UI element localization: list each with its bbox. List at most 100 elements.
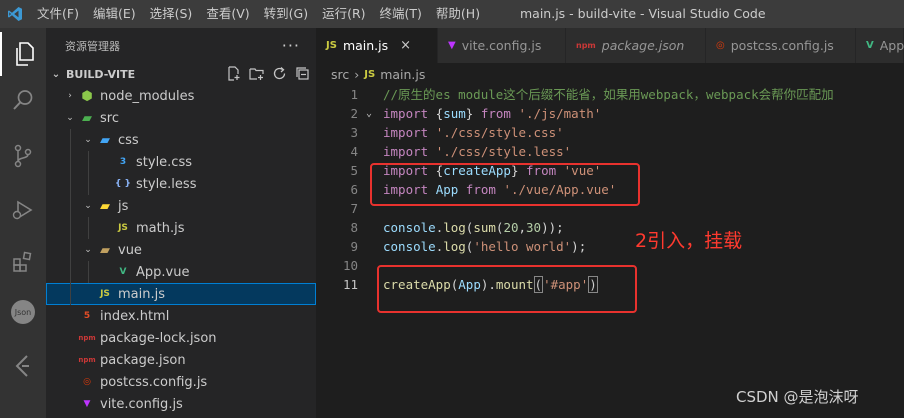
- new-folder-icon[interactable]: [248, 65, 264, 81]
- code-token: console: [383, 239, 436, 254]
- code-line: 9 console.log('hello world');: [316, 237, 904, 256]
- source-control-icon[interactable]: [0, 134, 46, 178]
- editor-tab[interactable]: JS main.js ×: [316, 28, 438, 63]
- editor-tab[interactable]: ▼ vite.config.js: [438, 28, 566, 63]
- editor-tab[interactable]: ◎ postcss.config.js: [706, 28, 856, 63]
- code-token: from: [480, 106, 511, 121]
- code-text: import {sum} from './js/math': [383, 104, 601, 123]
- tree-item[interactable]: 5 index.html: [46, 305, 316, 327]
- code-token: import: [383, 144, 429, 159]
- tree-item[interactable]: V App.vue: [46, 261, 316, 283]
- remote-icon[interactable]: [0, 344, 46, 388]
- code-token: 20: [503, 220, 519, 235]
- run-debug-icon[interactable]: [0, 188, 46, 232]
- new-file-icon[interactable]: [225, 65, 241, 81]
- indent-guide: [70, 129, 71, 151]
- tree-item[interactable]: npm package.json: [46, 349, 316, 371]
- more-actions-icon[interactable]: ···: [282, 36, 300, 55]
- tree-item[interactable]: › ⬢ node_modules: [46, 85, 316, 107]
- editor-tab[interactable]: V App: [856, 28, 904, 63]
- breadcrumb-file[interactable]: main.js: [380, 67, 425, 82]
- indent-guide: [88, 151, 89, 173]
- code-token: import: [383, 106, 429, 121]
- fold-chevron-icon[interactable]: ⌄: [366, 104, 372, 123]
- breadcrumb-folder[interactable]: src: [331, 67, 349, 82]
- menu-item[interactable]: 查看(V): [199, 0, 256, 28]
- tree-item-label: main.js: [118, 286, 165, 302]
- code-line: 1 //原生的es module这个后缀不能省，如果用webpack，webpac…: [316, 85, 904, 104]
- extensions-icon[interactable]: [0, 240, 46, 284]
- indent-guide: [88, 217, 89, 239]
- menu-item[interactable]: 编辑(E): [86, 0, 143, 28]
- tree-item[interactable]: ⌄ ▰ js: [46, 195, 316, 217]
- line-number: 3: [350, 125, 358, 140]
- code-text: import './css/style.less': [383, 142, 571, 161]
- indent-guide: [70, 217, 71, 239]
- vue-file-icon: V: [119, 267, 127, 277]
- code-token: ));: [541, 220, 564, 235]
- tree-item[interactable]: ⌄ ▰ css: [46, 129, 316, 151]
- menu-item[interactable]: 帮助(H): [429, 0, 487, 28]
- search-icon[interactable]: [0, 78, 46, 122]
- css-folder-icon: ▰: [100, 132, 110, 148]
- chevron-down-icon: ⌄: [51, 68, 61, 80]
- tree-item-label: style.less: [136, 176, 197, 192]
- src-folder-icon: ▰: [82, 110, 92, 126]
- close-icon[interactable]: ×: [400, 38, 411, 53]
- indent-guide: [70, 195, 71, 217]
- annotation-text: 2引入，挂载: [635, 230, 743, 252]
- js-file-icon: JS: [364, 68, 376, 80]
- tree-item[interactable]: ⌄ ▰ src: [46, 107, 316, 129]
- tree-item[interactable]: ▼ vite.config.js: [46, 393, 316, 415]
- vue-folder-icon: ▰: [100, 242, 110, 258]
- menu-item[interactable]: 选择(S): [143, 0, 200, 28]
- tree-item[interactable]: 3 style.css: [46, 151, 316, 173]
- menu-item[interactable]: 终端(T): [373, 0, 429, 28]
- json-icon[interactable]: Json: [0, 290, 46, 334]
- js-file-icon: JS: [100, 289, 110, 299]
- css-file-icon: 3: [119, 157, 127, 167]
- line-number: 5: [350, 163, 358, 178]
- refresh-icon[interactable]: [271, 65, 287, 81]
- line-number: 7: [350, 201, 358, 216]
- menu-item[interactable]: 运行(R): [315, 0, 372, 28]
- project-header[interactable]: ⌄ BUILD-VITE: [46, 63, 316, 85]
- tree-item[interactable]: JS main.js: [46, 283, 316, 305]
- code-text: import './css/style.css': [383, 123, 564, 142]
- indent-guide: [70, 151, 71, 173]
- code-line: 2 ⌄ import {sum} from './js/math': [316, 104, 904, 123]
- tree-item[interactable]: ◎ postcss.config.js: [46, 371, 316, 393]
- explorer-title: 资源管理器: [65, 39, 120, 53]
- postcss-file-icon: ◎: [716, 40, 725, 51]
- js-file-icon: JS: [326, 40, 337, 51]
- chevron-down-icon: ⌄: [84, 135, 92, 145]
- code-line: 4 import './css/style.less': [316, 142, 904, 161]
- code-token: ,: [518, 220, 527, 235]
- editor-area: JS main.js × ▼ vite.config.js npm package.json…: [316, 28, 904, 418]
- code-line: 8 console.log(sum(20,30));: [316, 218, 904, 237]
- tree-item[interactable]: ⌄ ▰ vue: [46, 239, 316, 261]
- menu-item[interactable]: 文件(F): [30, 0, 86, 28]
- code-editor[interactable]: 1 //原生的es module这个后缀不能省，如果用webpack，webpac…: [316, 85, 904, 418]
- tree-item[interactable]: { } style.less: [46, 173, 316, 195]
- activity-bar: Json: [0, 28, 46, 418]
- code-token: 'hello world': [473, 239, 572, 254]
- explorer-icon[interactable]: [0, 32, 46, 76]
- menu-item[interactable]: 转到(G): [257, 0, 315, 28]
- tree-item[interactable]: JS math.js: [46, 217, 316, 239]
- tree-item[interactable]: npm package-lock.json: [46, 327, 316, 349]
- editor-tabs: JS main.js × ▼ vite.config.js npm package.json…: [316, 28, 904, 63]
- collapse-all-icon[interactable]: [294, 65, 310, 81]
- code-token: log: [443, 220, 466, 235]
- line-number: 1: [350, 87, 358, 102]
- code-token: 30: [526, 220, 542, 235]
- tab-label: vite.config.js: [461, 38, 542, 53]
- chevron-down-icon: ⌄: [84, 201, 92, 211]
- code-token: sum: [473, 220, 496, 235]
- tree-item-label: style.css: [136, 154, 192, 170]
- indent-guide: [70, 283, 71, 305]
- chevron-down-icon: ⌄: [66, 113, 74, 123]
- editor-tab[interactable]: npm package.json: [566, 28, 706, 63]
